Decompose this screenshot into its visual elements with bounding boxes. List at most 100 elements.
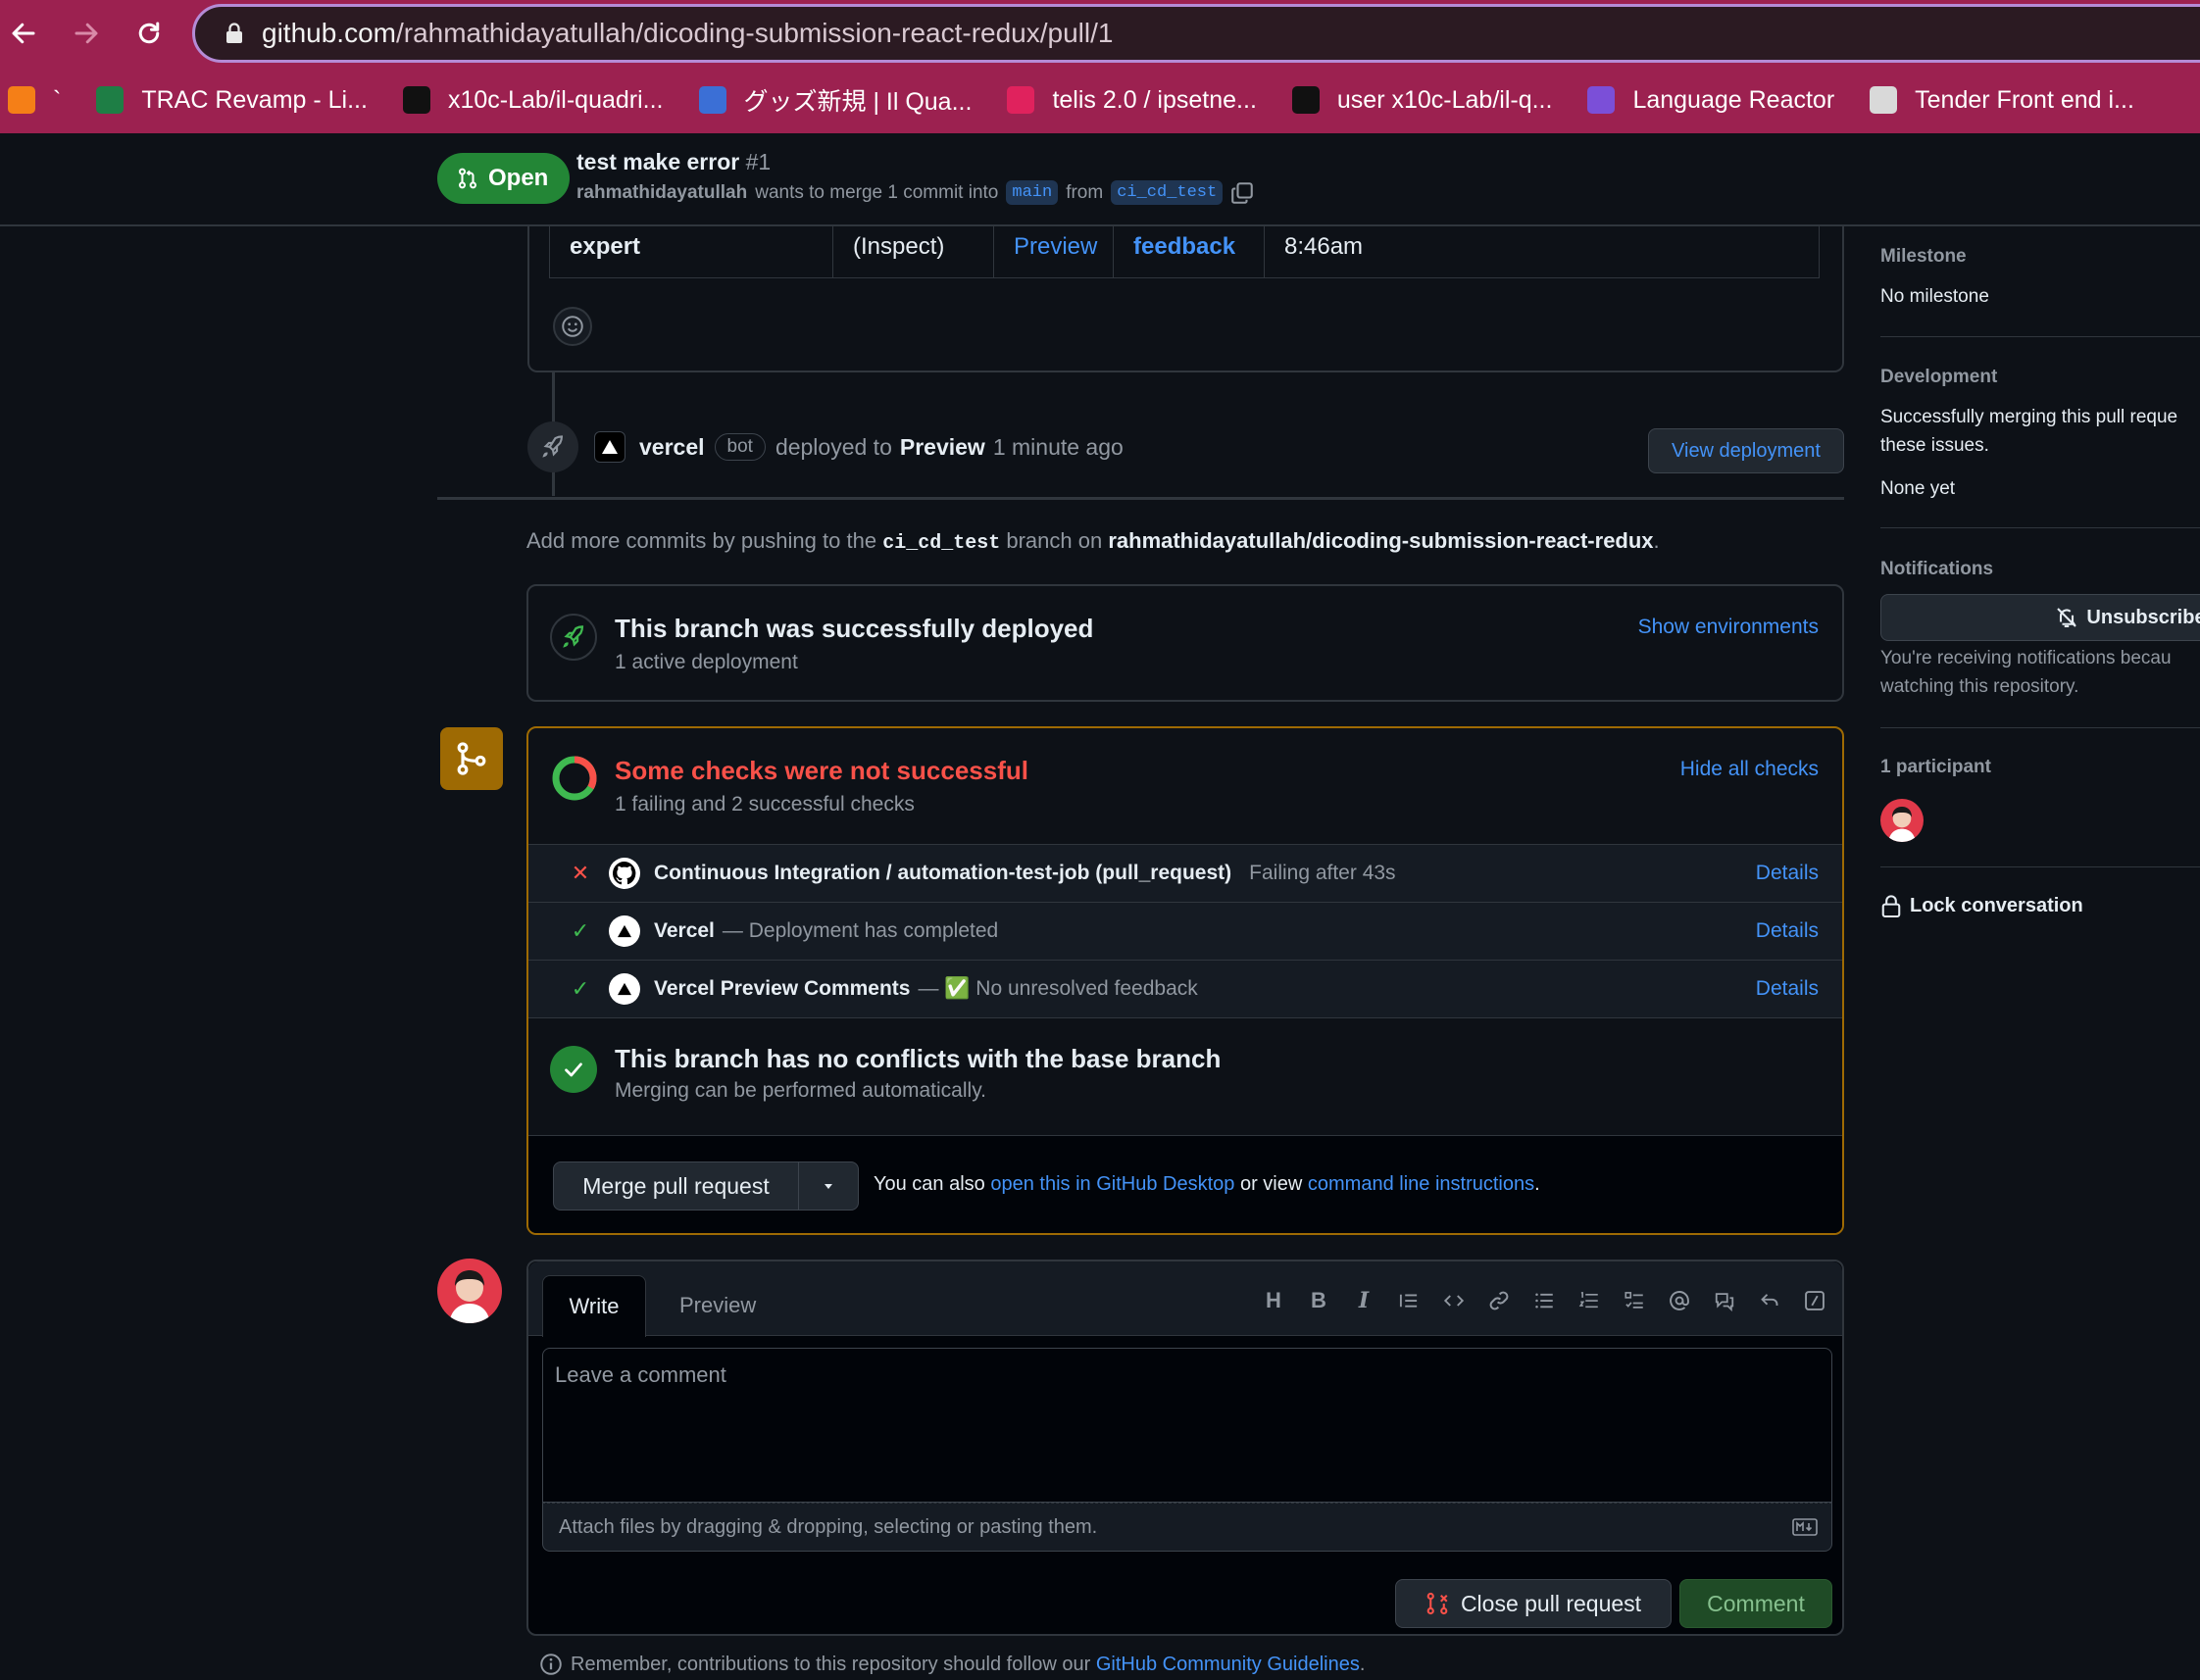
vercel-logo-icon [609,973,640,1005]
quote-icon[interactable] [1397,1289,1421,1312]
head-branch[interactable]: ci_cd_test [1111,180,1224,205]
event-time[interactable]: 1 minute ago [993,434,1124,461]
checks-subtitle: 1 failing and 2 successful checks [615,793,915,815]
editor-tab-bar: Write Preview H B I [528,1261,1842,1337]
excel-icon [96,86,125,114]
tab-write[interactable]: Write [542,1275,646,1337]
check-details-link[interactable]: Details [1756,862,1819,885]
event-action: deployed to [775,433,892,460]
bookmark-item[interactable]: TRAC Revamp - Li... [96,86,368,115]
comment-button[interactable]: Comment [1679,1579,1832,1628]
bookmark-item[interactable]: Language Reactor [1587,86,1834,115]
community-guidelines-note: Remember, contributions to this reposito… [539,1653,1365,1676]
avatar[interactable] [437,1259,502,1323]
slash-command-icon[interactable] [1803,1289,1826,1312]
bookmark-item[interactable]: telis 2.0 / ipsetne... [1007,86,1257,115]
milestone-value: No milestone [1880,286,1989,307]
bookmark-item[interactable]: ` [8,86,61,115]
pr-title: test make error #1 [576,149,771,175]
check-row[interactable]: ✓ Vercel — Deployment has completed Deta… [528,902,1842,960]
bookmark-item[interactable]: グッズ新規 | Il Qua... [698,82,972,118]
reload-button[interactable] [129,14,169,53]
cross-reference-icon[interactable] [1713,1289,1736,1312]
development-text: Successfully merging this pull reque [1880,407,2178,427]
open-desktop-link[interactable]: open this in GitHub Desktop [990,1173,1234,1195]
community-guidelines-link[interactable]: GitHub Community Guidelines [1096,1654,1360,1675]
merge-hint-mid: or view [1239,1173,1303,1195]
development-value: None yet [1880,478,1956,499]
lock-icon [221,23,248,44]
bookmark-item[interactable]: x10c-Lab/il-quadri... [402,86,664,115]
check-details-link[interactable]: Details [1756,919,1819,943]
github-icon [1291,86,1320,114]
comment-input[interactable] [542,1348,1832,1503]
milestone-heading[interactable]: Milestone [1880,246,1967,268]
deployments-card: This branch was successfully deployed 1 … [526,584,1844,702]
browser-toolbar: github.com/rahmathidayatullah/dicoding-s… [0,0,2200,133]
view-deployment-button[interactable]: View deployment [1648,428,1844,473]
show-environments-link[interactable]: Show environments [1638,616,1819,639]
hide-all-checks-link[interactable]: Hide all checks [1680,758,1819,781]
push-hint-suffix: . [1653,528,1660,553]
heading-icon[interactable]: H [1262,1288,1285,1312]
command-line-link[interactable]: command line instructions [1308,1173,1534,1195]
bookmark-item[interactable]: user x10c-Lab/il-q... [1291,86,1552,115]
attach-files-bar[interactable]: Attach files by dragging & dropping, sel… [542,1503,1832,1552]
back-button[interactable] [4,14,43,53]
vercel-logo-icon [609,915,640,947]
url-path: /rahmathidayatullah/dicoding-submission-… [395,18,1114,48]
merge-method-dropdown[interactable] [799,1162,858,1210]
pr-author-link[interactable]: rahmathidayatullah [576,182,747,204]
add-reaction-button[interactable] [553,307,592,346]
tab-preview[interactable]: Preview [679,1275,756,1336]
lock-icon [1881,895,1901,918]
attach-files-text: Attach files by dragging & dropping, sel… [559,1515,1098,1538]
push-hint-prefix: Add more commits by pushing to the [526,528,877,553]
unsubscribe-button[interactable]: Unsubscribe [1880,594,2200,641]
base-branch[interactable]: main [1006,180,1059,205]
close-pull-request-button[interactable]: Close pull request [1395,1579,1672,1628]
task-list-icon[interactable] [1623,1289,1646,1312]
visit-preview-link[interactable]: Preview [1014,233,1097,261]
check-icon: ✓ [571,976,590,1001]
reply-icon[interactable] [1758,1289,1781,1312]
check-row[interactable]: ✕ Continuous Integration / automation-te… [528,844,1842,902]
caret-down-icon [825,1184,832,1189]
mention-icon[interactable] [1668,1289,1691,1312]
forward-button[interactable] [67,14,106,53]
sidebar-divider [1880,866,2200,867]
check-row[interactable]: ✓ Vercel Preview Comments — ✅ No unresol… [528,960,1842,1017]
actor-link[interactable]: vercel [639,434,705,461]
bookmark-label: TRAC Revamp - Li... [141,85,368,114]
check-name: Vercel Preview Comments [654,977,911,1000]
timeline-divider [437,497,1844,500]
checks-donut-icon [552,756,597,801]
participants-heading: 1 participant [1880,757,1991,777]
environment-link[interactable]: Preview [900,434,985,461]
merge-box: Some checks were not successful 1 failin… [526,726,1844,1235]
link-icon[interactable] [1487,1289,1511,1312]
pr-number: #1 [745,149,772,174]
code-icon[interactable] [1442,1289,1466,1312]
ordered-list-icon[interactable] [1577,1289,1601,1312]
merge-pull-request-button[interactable]: Merge pull request [554,1162,799,1210]
from-text: from [1066,181,1104,203]
check-details-link[interactable]: Details [1756,977,1819,1001]
lock-conversation-button[interactable]: Lock conversation [1880,893,2083,918]
bold-icon[interactable]: B [1307,1288,1330,1312]
unordered-list-icon[interactable] [1532,1289,1556,1312]
sidebar-divider [1880,527,2200,528]
inspect-link[interactable]: (Inspect) [853,233,944,261]
bookmark-label: ` [53,85,62,114]
merge-hint-prefix: You can also [874,1173,985,1195]
italic-icon[interactable]: I [1352,1288,1375,1313]
lr-icon [1587,86,1616,114]
development-heading[interactable]: Development [1880,367,1997,388]
add-feedback-link[interactable]: feedback [1133,233,1235,261]
bookmark-item[interactable]: Tender Front end i... [1870,86,2134,115]
participant-avatar[interactable] [1880,799,1924,842]
address-bar[interactable]: github.com/rahmathidayatullah/dicoding-s… [192,4,2200,63]
sidebar-divider [1880,727,2200,728]
copy-icon[interactable] [1230,181,1254,205]
xampp-icon [8,86,35,114]
